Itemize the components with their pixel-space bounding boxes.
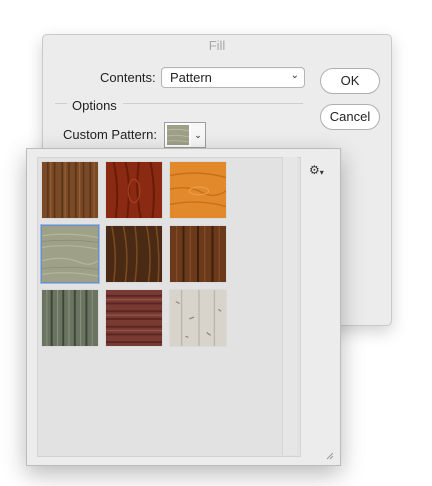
resize-grip-icon[interactable] (324, 450, 334, 460)
dialog-title: Fill (208, 38, 226, 53)
menu-caret-icon: ▾ (319, 168, 324, 177)
custom-pattern-label: Custom Pattern: (63, 127, 157, 142)
pattern-picker-panel: ⚙▾ (26, 148, 341, 466)
pattern-tile-wood-dark[interactable] (105, 225, 163, 283)
contents-select[interactable]: Pattern ⌄ (161, 67, 305, 88)
pattern-swatch[interactable] (164, 122, 192, 148)
gear-icon: ⚙ (309, 163, 320, 177)
pattern-tile-wood-white-worn[interactable] (169, 289, 227, 347)
ok-button[interactable]: OK (320, 68, 380, 94)
options-heading: Options (72, 98, 117, 113)
pattern-tile-wood-red-stripes[interactable] (105, 289, 163, 347)
pattern-tile-wood-brown-planks[interactable] (169, 225, 227, 283)
chevron-down-icon: ⌄ (194, 130, 202, 140)
pattern-swatch-preview (167, 125, 189, 145)
pattern-tile-wood-red[interactable] (105, 161, 163, 219)
pattern-dropdown-button[interactable]: ⌄ (191, 122, 206, 148)
pattern-tile-wood-green-planks[interactable] (41, 289, 99, 347)
pattern-tile-wood-grey-green[interactable] (41, 225, 99, 283)
pattern-tile-wood-brown-grain[interactable] (41, 161, 99, 219)
cancel-button[interactable]: Cancel (320, 104, 380, 130)
picker-menu-button[interactable]: ⚙▾ (309, 163, 324, 177)
pattern-scrollbar[interactable] (282, 157, 297, 455)
chevron-down-icon: ⌄ (290, 70, 299, 81)
pattern-tile-wood-orange[interactable] (169, 161, 227, 219)
options-group-line-left (55, 103, 67, 104)
contents-label: Contents: (100, 70, 156, 85)
options-group-line-right (123, 103, 303, 104)
contents-value: Pattern (170, 70, 212, 85)
